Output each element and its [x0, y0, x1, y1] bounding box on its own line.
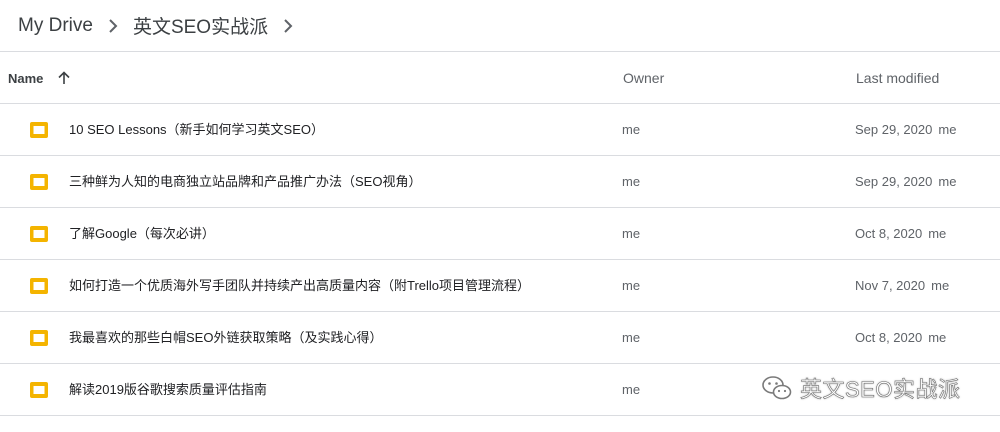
table-header: Name Owner Last modified — [0, 52, 1000, 104]
slides-icon — [30, 277, 48, 295]
watermark: 英文SEO实战派 — [762, 368, 960, 408]
slides-icon — [30, 121, 48, 139]
modified-date: Nov 7, 2020 — [855, 278, 926, 293]
file-owner: me — [622, 174, 641, 189]
file-last-modified: Oct 8, 2020 me — [855, 312, 946, 364]
file-owner: me — [622, 382, 641, 397]
slides-icon — [30, 329, 48, 347]
watermark-text: 英文SEO实战派 — [800, 377, 961, 403]
chevron-right-icon[interactable] — [268, 18, 308, 33]
column-header-name[interactable]: Name — [8, 52, 71, 104]
modified-by: me — [928, 330, 947, 345]
file-name: 10 SEO Lessons（新手如何学习英文SEO） — [69, 122, 325, 137]
slides-icon — [30, 173, 48, 191]
table-row[interactable]: 如何打造一个优质海外写手团队并持续产出高质量内容（附Trello项目管理流程） … — [0, 260, 1000, 312]
file-name: 我最喜欢的那些白帽SEO外链获取策略（及实践心得） — [69, 330, 383, 345]
modified-date: Oct 8, 2020 — [855, 226, 923, 241]
table-row[interactable]: 三种鲜为人知的电商独立站品牌和产品推广办法（SEO视角） me Sep 29, … — [0, 156, 1000, 208]
modified-by: me — [931, 278, 950, 293]
file-last-modified: Sep 29, 2020 me — [855, 156, 956, 208]
file-name: 三种鲜为人知的电商独立站品牌和产品推广办法（SEO视角） — [69, 174, 422, 189]
file-owner: me — [622, 122, 641, 137]
breadcrumb: My Drive 英文SEO实战派 — [0, 0, 1000, 52]
column-header-owner[interactable]: Owner — [623, 52, 664, 104]
file-last-modified: Nov 7, 2020 me — [855, 260, 949, 312]
file-owner: me — [622, 226, 641, 241]
file-name: 了解Google（每次必讲） — [69, 226, 215, 241]
modified-date: Oct 8, 2020 — [855, 330, 923, 345]
slides-icon — [30, 225, 48, 243]
file-name: 如何打造一个优质海外写手团队并持续产出高质量内容（附Trello项目管理流程） — [69, 278, 531, 293]
table-row[interactable]: 10 SEO Lessons（新手如何学习英文SEO） me Sep 29, 2… — [0, 104, 1000, 156]
modified-by: me — [928, 226, 947, 241]
file-name: 解读2019版谷歌搜索质量评估指南 — [69, 382, 267, 397]
slides-icon — [30, 381, 48, 399]
column-header-name-label: Name — [8, 70, 44, 86]
modified-date: Sep 29, 2020 — [855, 174, 933, 189]
modified-date: Sep 29, 2020 — [855, 122, 933, 137]
file-owner: me — [622, 330, 641, 345]
modified-by: me — [938, 174, 957, 189]
file-owner: me — [622, 278, 641, 293]
modified-by: me — [938, 122, 957, 137]
wechat-icon — [762, 375, 792, 401]
column-header-last-modified[interactable]: Last modified — [856, 52, 939, 104]
file-last-modified: Sep 29, 2020 me — [855, 104, 956, 156]
breadcrumb-my-drive[interactable]: My Drive — [18, 15, 93, 37]
arrow-up-icon[interactable] — [57, 71, 71, 85]
table-row[interactable]: 了解Google（每次必讲） me Oct 8, 2020 me — [0, 208, 1000, 260]
breadcrumb-current-folder[interactable]: 英文SEO实战派 — [133, 12, 268, 39]
chevron-right-icon — [93, 18, 133, 33]
file-last-modified: Oct 8, 2020 me — [855, 208, 946, 260]
table-row[interactable]: 我最喜欢的那些白帽SEO外链获取策略（及实践心得） me Oct 8, 2020… — [0, 312, 1000, 364]
